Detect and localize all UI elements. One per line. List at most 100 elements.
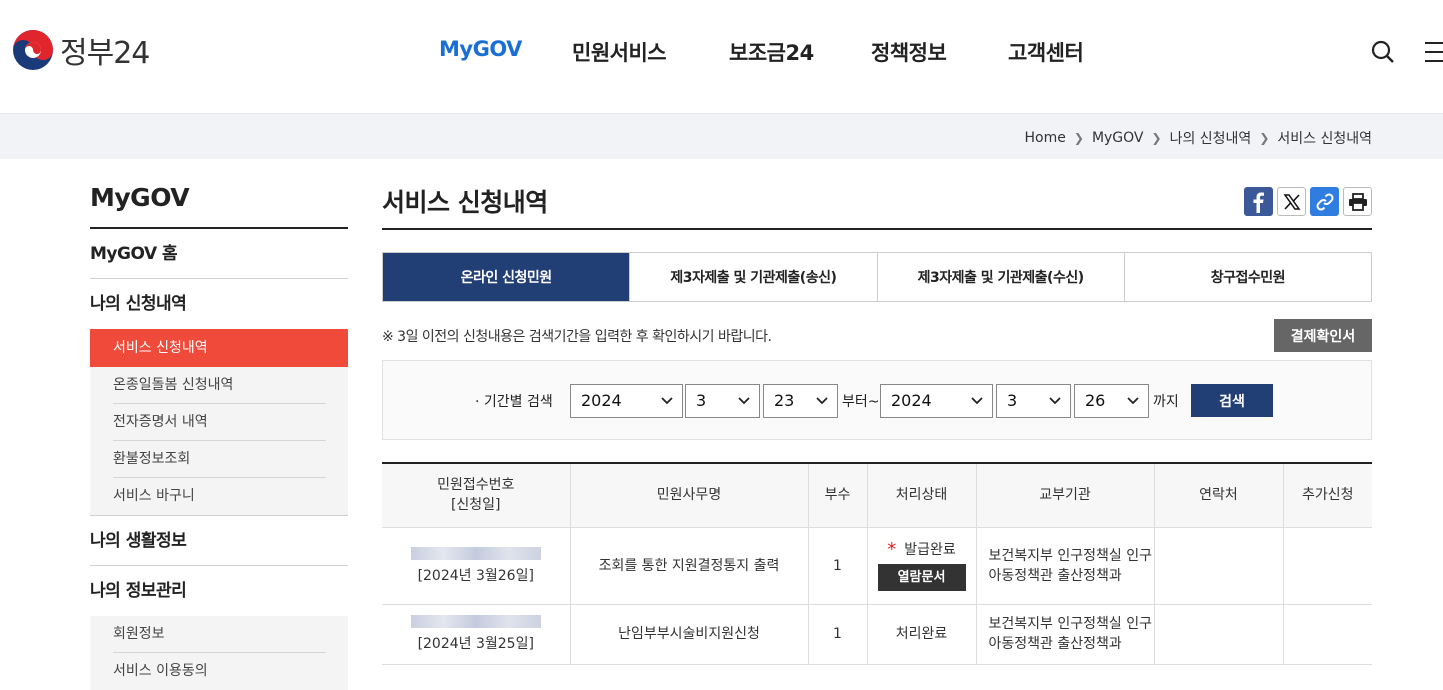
site-header: 정부24 MyGOV 민원서비스 보조금24 정책정보 고객센터 bbox=[0, 0, 1443, 113]
x-twitter-icon[interactable] bbox=[1277, 187, 1306, 216]
nav-customer-center[interactable]: 고객센터 bbox=[1008, 37, 1084, 67]
agency-cell: 보건복지부 인구정책실 인구아동정책관 출산정책과 bbox=[975, 604, 1154, 665]
table-header-row: 민원접수번호 [신청일] 민원사무명 부수 처리상태 교부기관 연락처 추가신청 bbox=[382, 463, 1372, 528]
apply-date: [2024년 3월26일] bbox=[417, 567, 534, 584]
tab-online-applications[interactable]: 온라인 신청민원 bbox=[383, 253, 630, 301]
breadcrumb-current: 서비스 신청내역 bbox=[1277, 131, 1372, 147]
sidebar: MyGOV MyGOV 홈 나의 신청내역 서비스 신청내역 온종일돌봄 신청내… bbox=[90, 183, 348, 690]
apply-date: [2024년 3월25일] bbox=[417, 636, 534, 652]
chevron-down-icon bbox=[816, 397, 828, 405]
from-day-select[interactable]: 23 bbox=[763, 384, 838, 418]
sidebar-section-info-management[interactable]: 나의 정보관리 bbox=[90, 566, 348, 616]
nav-mygov[interactable]: MyGOV bbox=[439, 37, 522, 61]
status-cell: * 발급완료 열람문서 bbox=[866, 527, 976, 605]
tab-third-party-sent[interactable]: 제3자제출 및 기관제출(송신) bbox=[629, 253, 877, 301]
redacted-receipt-number bbox=[410, 546, 541, 560]
col-contact: 연락처 bbox=[1153, 463, 1283, 528]
share-buttons bbox=[1244, 187, 1372, 216]
asterisk-icon: * bbox=[887, 539, 897, 560]
breadcrumb-my-applications[interactable]: 나의 신청내역 bbox=[1170, 128, 1252, 148]
nav-subsidy[interactable]: 보조금24 bbox=[729, 37, 814, 67]
sidebar-submenu-info-management: 회원정보 서비스 이용동의 bbox=[90, 616, 348, 690]
from-month-select[interactable]: 3 bbox=[685, 384, 760, 418]
col-status: 처리상태 bbox=[866, 463, 976, 528]
col-receipt-number: 민원접수번호 [신청일] bbox=[382, 463, 570, 528]
sidebar-item-member-info[interactable]: 회원정보 bbox=[90, 616, 348, 653]
period-search-label: · 기간별 검색 bbox=[475, 394, 553, 410]
chevron-right-icon: ❯ bbox=[1151, 131, 1162, 145]
view-document-button[interactable]: 열람문서 bbox=[877, 564, 966, 591]
sidebar-title: MyGOV bbox=[90, 183, 348, 229]
col-agency: 교부기관 bbox=[975, 463, 1154, 528]
breadcrumb-mygov[interactable]: MyGOV bbox=[1092, 130, 1144, 146]
nav-policy-info[interactable]: 정책정보 bbox=[871, 37, 947, 67]
sidebar-section-life-info[interactable]: 나의 생활정보 bbox=[90, 516, 348, 566]
page-title: 서비스 신청내역 bbox=[382, 183, 1372, 230]
to-year-select[interactable]: 2024 bbox=[880, 384, 993, 418]
sidebar-item-e-certificates[interactable]: 전자증명서 내역 bbox=[90, 404, 348, 441]
from-year-select[interactable]: 2024 bbox=[570, 384, 683, 418]
table-row: [2024년 3월26일] 조회를 통한 지원결정통지 출력 1 * 발급완료 … bbox=[382, 527, 1372, 605]
sidebar-item-all-day-care[interactable]: 온종일돌봄 신청내역 bbox=[90, 367, 348, 404]
sidebar-item-service-consent[interactable]: 서비스 이용동의 bbox=[90, 653, 348, 690]
sidebar-submenu-applications: 서비스 신청내역 온종일돌봄 신청내역 전자증명서 내역 환불정보조회 서비스 … bbox=[90, 329, 348, 516]
chevron-down-icon bbox=[1127, 397, 1139, 405]
chevron-down-icon bbox=[971, 397, 983, 405]
to-month-select[interactable]: 3 bbox=[996, 384, 1071, 418]
application-tabs: 온라인 신청민원 제3자제출 및 기관제출(송신) 제3자제출 및 기관제출(수… bbox=[382, 252, 1372, 302]
col-receipt-number-label: 민원접수번호 bbox=[437, 477, 515, 494]
col-service-name: 민원사무명 bbox=[569, 463, 808, 528]
main-content: 서비스 신청내역 온라인 신청민원 제3자제출 및 기관제출(송신) 제3자제출… bbox=[382, 183, 1372, 665]
agency-cell: 보건복지부 인구정책실 인구아동정책관 출산정책과 bbox=[975, 527, 1154, 605]
chevron-down-icon bbox=[1049, 397, 1061, 405]
receipt-cell: [2024년 3월26일] bbox=[382, 527, 570, 605]
sidebar-item-service-basket[interactable]: 서비스 바구니 bbox=[90, 478, 348, 515]
notice-text: ※ 3일 이전의 신청내용은 검색기간을 입력한 후 확인하시기 바랍니다. bbox=[382, 329, 772, 345]
chevron-down-icon bbox=[661, 397, 673, 405]
col-apply-date-label: [신청일] bbox=[450, 497, 501, 514]
tab-third-party-received[interactable]: 제3자제출 및 기관제출(수신) bbox=[876, 253, 1124, 301]
status-text: 처리완료 bbox=[866, 604, 976, 665]
tab-counter-applications[interactable]: 창구접수민원 bbox=[1123, 253, 1371, 301]
to-month-value: 3 bbox=[1007, 391, 1018, 410]
breadcrumb-home[interactable]: Home bbox=[1025, 130, 1066, 146]
col-copies: 부수 bbox=[807, 463, 867, 528]
from-month-value: 3 bbox=[696, 391, 707, 410]
to-day-value: 26 bbox=[1085, 391, 1106, 410]
period-search-box: · 기간별 검색 2024 3 23 부터~ 2024 3 26 까지 검색 bbox=[382, 360, 1372, 440]
sidebar-item-refund-info[interactable]: 환불정보조회 bbox=[90, 441, 348, 478]
sidebar-item-mygov-home[interactable]: MyGOV 홈 bbox=[90, 229, 348, 279]
main-nav: MyGOV 민원서비스 보조금24 정책정보 고객센터 bbox=[0, 37, 1443, 67]
service-name-link[interactable]: 난임부부시술비지원신청 bbox=[569, 604, 808, 665]
copies-cell: 1 bbox=[807, 527, 867, 605]
search-button[interactable]: 검색 bbox=[1191, 384, 1273, 417]
status-text: 발급완료 bbox=[904, 542, 956, 558]
payment-confirmation-button[interactable]: 결제확인서 bbox=[1274, 319, 1372, 352]
chevron-right-icon: ❯ bbox=[1073, 131, 1084, 145]
sidebar-item-service-applications[interactable]: 서비스 신청내역 bbox=[90, 329, 348, 367]
receipt-cell: [2024년 3월25일] bbox=[382, 604, 570, 665]
to-suffix-text: 까지 bbox=[1153, 394, 1179, 410]
sidebar-section-my-applications[interactable]: 나의 신청내역 bbox=[90, 279, 348, 329]
from-year-value: 2024 bbox=[581, 391, 622, 410]
to-day-select[interactable]: 26 bbox=[1074, 384, 1149, 418]
service-name-link[interactable]: 조회를 통한 지원결정통지 출력 bbox=[569, 527, 808, 605]
menu-icon[interactable] bbox=[1423, 40, 1443, 64]
contact-cell bbox=[1153, 527, 1283, 605]
chevron-down-icon bbox=[738, 397, 750, 405]
col-additional: 추가신청 bbox=[1282, 463, 1372, 528]
copies-cell: 1 bbox=[807, 604, 867, 665]
additional-cell bbox=[1282, 527, 1372, 605]
additional-cell bbox=[1282, 604, 1372, 665]
from-suffix-text: 부터~ bbox=[842, 394, 880, 410]
search-icon[interactable] bbox=[1371, 40, 1395, 64]
redacted-receipt-number bbox=[410, 615, 541, 628]
link-copy-icon[interactable] bbox=[1310, 187, 1339, 216]
from-day-value: 23 bbox=[774, 391, 795, 410]
print-icon[interactable] bbox=[1343, 187, 1372, 216]
nav-civil-service[interactable]: 민원서비스 bbox=[572, 37, 667, 67]
facebook-icon[interactable] bbox=[1244, 187, 1273, 216]
chevron-right-icon: ❯ bbox=[1259, 131, 1270, 145]
applications-table: 민원접수번호 [신청일] 민원사무명 부수 처리상태 교부기관 연락처 추가신청 … bbox=[382, 462, 1372, 665]
breadcrumb: Home ❯ MyGOV ❯ 나의 신청내역 ❯ 서비스 신청내역 bbox=[1025, 128, 1372, 148]
